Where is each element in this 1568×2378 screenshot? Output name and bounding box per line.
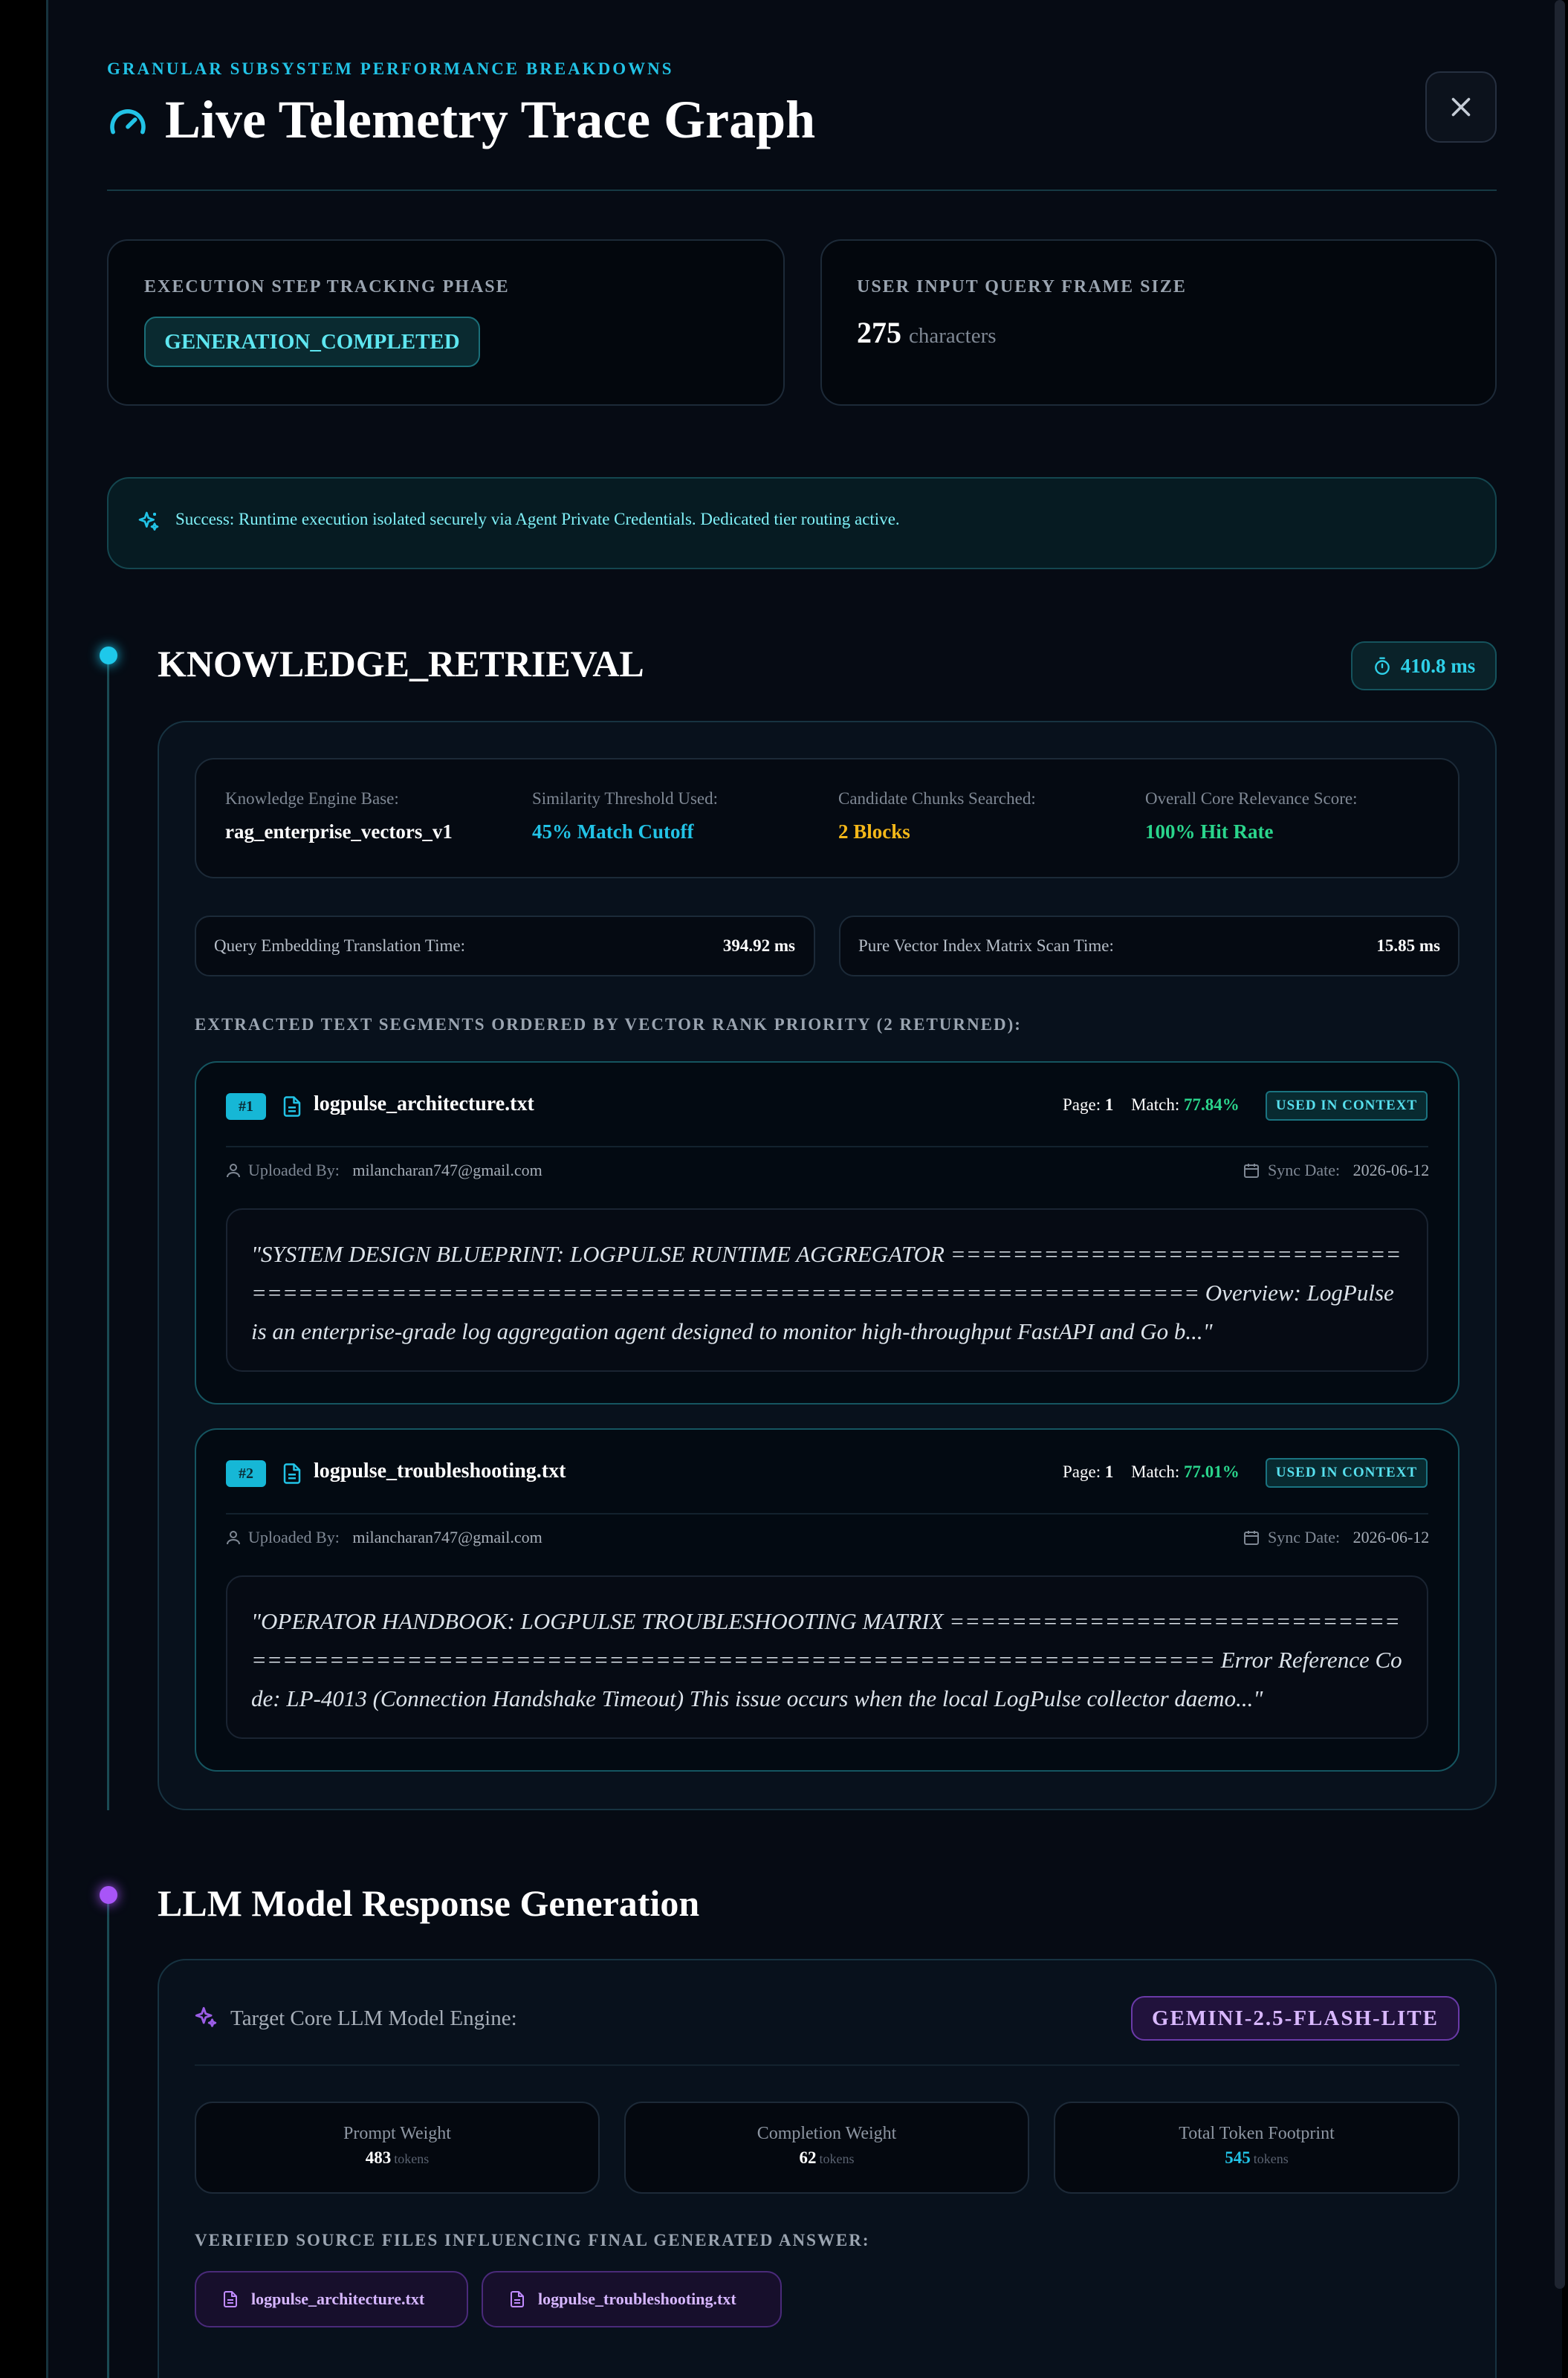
token-value: 483 [365, 2148, 392, 2167]
source-file-chip[interactable]: logpulse_architecture.txt [195, 2271, 468, 2327]
used-in-context-badge: USED IN CONTEXT [1266, 1458, 1428, 1488]
file-text-icon [511, 2291, 524, 2307]
timeline-dot-retrieval [100, 647, 117, 664]
match-value: 77.01% [1184, 1462, 1240, 1481]
metric-value-threshold: 45% Match Cutoff [532, 820, 694, 843]
page-value: 1 [1104, 1095, 1114, 1114]
file-text-icon [224, 2291, 237, 2307]
source-file-chip[interactable]: logpulse_troubleshooting.txt [482, 2271, 782, 2327]
chunk-page-match: Page: 1 Match: 77.84% [1063, 1095, 1240, 1115]
uploaded-label: Uploaded By: [248, 1528, 340, 1546]
query-size-value: 275 characters [857, 315, 997, 350]
page-title: Live Telemetry Trace Graph [165, 90, 816, 149]
match-label: Match: [1131, 1095, 1180, 1114]
metric-label-engine-base: Knowledge Engine Base: [225, 789, 399, 808]
source-file-name: logpulse_troubleshooting.txt [538, 2290, 736, 2308]
retrieval-section-title: KNOWLEDGE_RETRIEVAL [158, 643, 644, 684]
token-label: Prompt Weight [343, 2124, 451, 2143]
chunk-sync-date: Sync Date: 2026-06-12 [1268, 1161, 1429, 1180]
phase-status-badge: GENERATION_COMPLETED [144, 317, 480, 367]
user-icon [227, 1531, 240, 1545]
file-text-icon [283, 1463, 301, 1484]
scan-time-label: Pure Vector Index Matrix Scan Time: [858, 936, 1114, 955]
metric-value-engine-base: rag_enterprise_vectors_v1 [225, 820, 453, 843]
chunk-excerpt: "SYSTEM DESIGN BLUEPRINT: LOGPULSE RUNTI… [226, 1208, 1428, 1372]
file-text-icon [283, 1096, 301, 1117]
sync-label: Sync Date: [1268, 1161, 1341, 1179]
chunk-uploaded-by: Uploaded By: milancharan747@gmail.com [248, 1161, 542, 1180]
metric-label-chunks: Candidate Chunks Searched: [838, 789, 1036, 808]
close-button[interactable] [1425, 71, 1497, 143]
sync-date-value: 2026-06-12 [1352, 1528, 1430, 1546]
token-label: Completion Weight [757, 2124, 897, 2143]
chunk-excerpt: "OPERATOR HANDBOOK: LOGPULSE TROUBLESHOO… [226, 1575, 1428, 1739]
header-divider [107, 189, 1497, 191]
phase-label: EXECUTION STEP TRACKING PHASE [144, 277, 510, 297]
segments-heading: EXTRACTED TEXT SEGMENTS ORDERED BY VECTO… [195, 1015, 1022, 1034]
retrieval-duration: 410.8 ms [1400, 654, 1476, 677]
scrollbar[interactable] [1555, 0, 1565, 2289]
stopwatch-icon [1374, 657, 1390, 676]
eyebrow-label: GRANULAR SUBSYSTEM PERFORMANCE BREAKDOWN… [107, 59, 674, 78]
success-banner-text: Success: Runtime execution isolated secu… [175, 510, 900, 528]
chunk-divider [226, 1146, 1428, 1147]
token-value: 62 [799, 2148, 817, 2167]
chunk-rank-badge: #2 [226, 1460, 266, 1487]
token-card-prompt: Prompt Weight 483 tokens [195, 2102, 600, 2194]
token-card-total: Total Token Footprint 545 tokens [1054, 2102, 1460, 2194]
llm-section-title: LLM Model Response Generation [158, 1882, 700, 1924]
embedding-time-value: 394.92 ms [722, 936, 795, 955]
match-label: Match: [1131, 1462, 1180, 1481]
source-file-name: logpulse_architecture.txt [251, 2290, 425, 2308]
timeline-line [107, 1895, 109, 2378]
metric-label-relevance: Overall Core Relevance Score: [1145, 789, 1358, 808]
uploaded-email: milancharan747@gmail.com [352, 1528, 542, 1546]
chunk-sync-date: Sync Date: 2026-06-12 [1268, 1528, 1429, 1547]
retrieval-metrics-card [195, 758, 1460, 878]
chunk-page-match: Page: 1 Match: 77.01% [1063, 1462, 1240, 1482]
token-unit: tokens [819, 2151, 855, 2166]
chunk-uploaded-by: Uploaded By: milancharan747@gmail.com [248, 1528, 542, 1547]
embedding-time-label: Query Embedding Translation Time: [214, 936, 465, 955]
query-char-unit: characters [909, 324, 997, 348]
uploaded-label: Uploaded By: [248, 1161, 340, 1179]
token-card-completion: Completion Weight 62 tokens [624, 2102, 1029, 2194]
gauge-icon [110, 109, 146, 135]
query-size-label: USER INPUT QUERY FRAME SIZE [857, 277, 1187, 297]
close-icon [1451, 97, 1471, 117]
match-value: 77.84% [1184, 1095, 1240, 1114]
chunk-filename: logpulse_troubleshooting.txt [314, 1459, 566, 1483]
chunk-filename: logpulse_architecture.txt [314, 1092, 534, 1115]
retrieval-duration-badge: 410.8 ms [1351, 641, 1497, 690]
query-char-count: 275 [857, 316, 901, 349]
token-unit: tokens [1253, 2151, 1289, 2166]
page-label: Page: [1063, 1095, 1101, 1114]
metric-value-relevance: 100% Hit Rate [1145, 820, 1274, 843]
metric-label-threshold: Similarity Threshold Used: [532, 789, 719, 808]
uploaded-email: milancharan747@gmail.com [352, 1161, 542, 1179]
sparkle-icon [138, 511, 159, 531]
sparkle-icon [195, 2006, 217, 2027]
chunk-divider [226, 1513, 1428, 1514]
calendar-icon [1244, 1164, 1259, 1178]
page-label: Page: [1063, 1462, 1101, 1481]
token-value: 545 [1225, 2148, 1251, 2167]
page-value: 1 [1104, 1462, 1114, 1481]
chunk-rank-badge: #1 [226, 1093, 266, 1120]
sync-label: Sync Date: [1268, 1528, 1341, 1546]
scan-time-value: 15.85 ms [1376, 936, 1440, 955]
timeline-dot-llm [100, 1886, 117, 1904]
metric-value-chunks: 2 Blocks [838, 820, 910, 843]
sync-date-value: 2026-06-12 [1352, 1161, 1430, 1179]
used-in-context-badge: USED IN CONTEXT [1266, 1091, 1428, 1121]
user-icon [227, 1164, 240, 1178]
token-unit: tokens [394, 2151, 430, 2166]
llm-divider [195, 2064, 1460, 2066]
token-label: Total Token Footprint [1179, 2124, 1335, 2143]
sources-heading: VERIFIED SOURCE FILES INFLUENCING FINAL … [195, 2231, 870, 2249]
calendar-icon [1244, 1531, 1259, 1545]
timeline-line [107, 657, 109, 1810]
engine-label: Target Core LLM Model Engine: [230, 2006, 517, 2030]
engine-model-badge: GEMINI-2.5-FLASH-LITE [1131, 1996, 1460, 2041]
